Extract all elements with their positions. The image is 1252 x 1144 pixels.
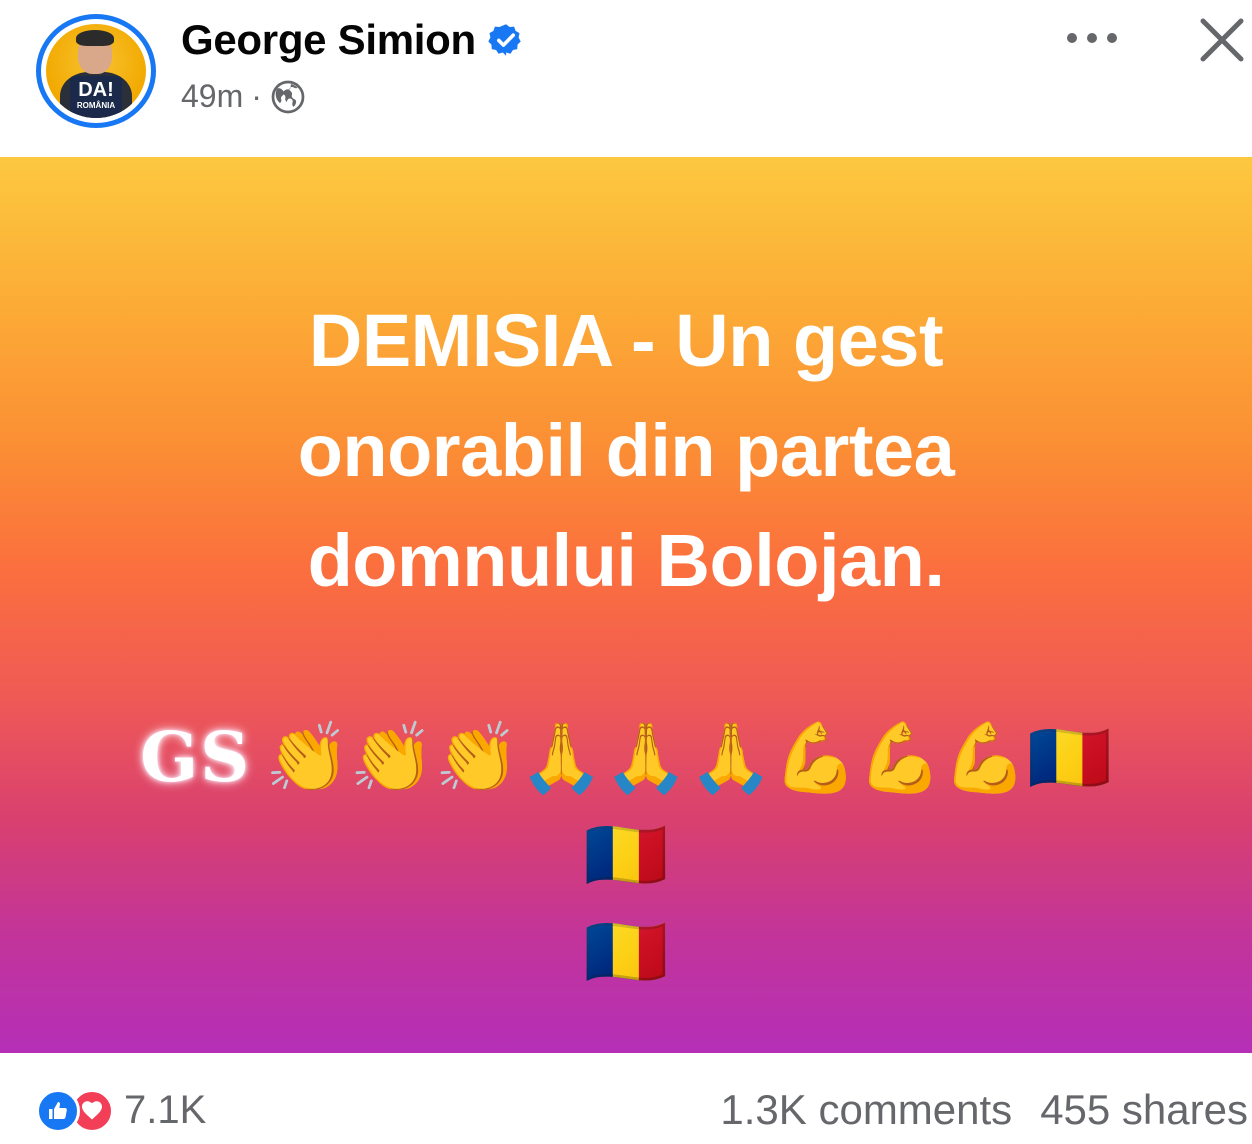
post-text-line: domnului Bolojan. xyxy=(307,519,945,602)
emoji-signature-block: GS 👏👏👏🙏🙏🙏💪💪💪🇷🇴🇷🇴 🇷🇴 xyxy=(100,710,1152,1001)
avatar-badge-text: DA! xyxy=(78,79,114,101)
reaction-count: 7.1K xyxy=(124,1088,207,1132)
emoji-row: 🇷🇴 xyxy=(100,904,1152,1001)
shares-count[interactable]: 455 shares xyxy=(1040,1086,1248,1134)
author-name[interactable]: George Simion xyxy=(181,16,476,64)
avatar-image: DA! ROMÂNIA xyxy=(46,24,146,118)
emoji-sequence: 👏👏👏🙏🙏🙏💪💪💪🇷🇴🇷🇴 xyxy=(265,719,1112,895)
reactions-summary[interactable]: 7.1K xyxy=(36,1088,206,1133)
avatar-badge-subtext: ROMÂNIA xyxy=(76,101,116,110)
close-icon[interactable] xyxy=(1195,13,1249,67)
like-reaction-icon xyxy=(36,1088,80,1133)
meta-separator: · xyxy=(251,78,262,114)
flag-emoji: 🇷🇴 xyxy=(583,913,669,992)
author-avatar[interactable]: DA! ROMÂNIA xyxy=(36,14,156,128)
more-options-icon[interactable] xyxy=(1060,20,1124,56)
avatar-badge: DA! ROMÂNIA xyxy=(70,76,122,118)
author-row: George Simion xyxy=(181,16,524,64)
avatar-hair xyxy=(76,30,114,46)
emoji-row: GS 👏👏👏🙏🙏🙏💪💪💪🇷🇴🇷🇴 xyxy=(100,710,1152,904)
globe-icon[interactable] xyxy=(270,79,306,115)
post-timestamp[interactable]: 49m xyxy=(181,78,243,115)
signature-text: GS xyxy=(140,718,252,798)
verified-badge-icon xyxy=(488,22,524,58)
comments-count[interactable]: 1.3K comments xyxy=(720,1086,1012,1134)
post-text-line: onorabil din partea xyxy=(297,409,955,492)
post-header: DA! ROMÂNIA George Simion 49m · xyxy=(0,0,1252,157)
post-text-line: DEMISIA - Un gest xyxy=(308,299,944,382)
post-text: DEMISIA - Un gest onorabil din partea do… xyxy=(126,286,1126,616)
engagement-stats: 1.3K comments 455 shares xyxy=(720,1086,1248,1134)
post-meta: 49m · xyxy=(181,78,306,115)
